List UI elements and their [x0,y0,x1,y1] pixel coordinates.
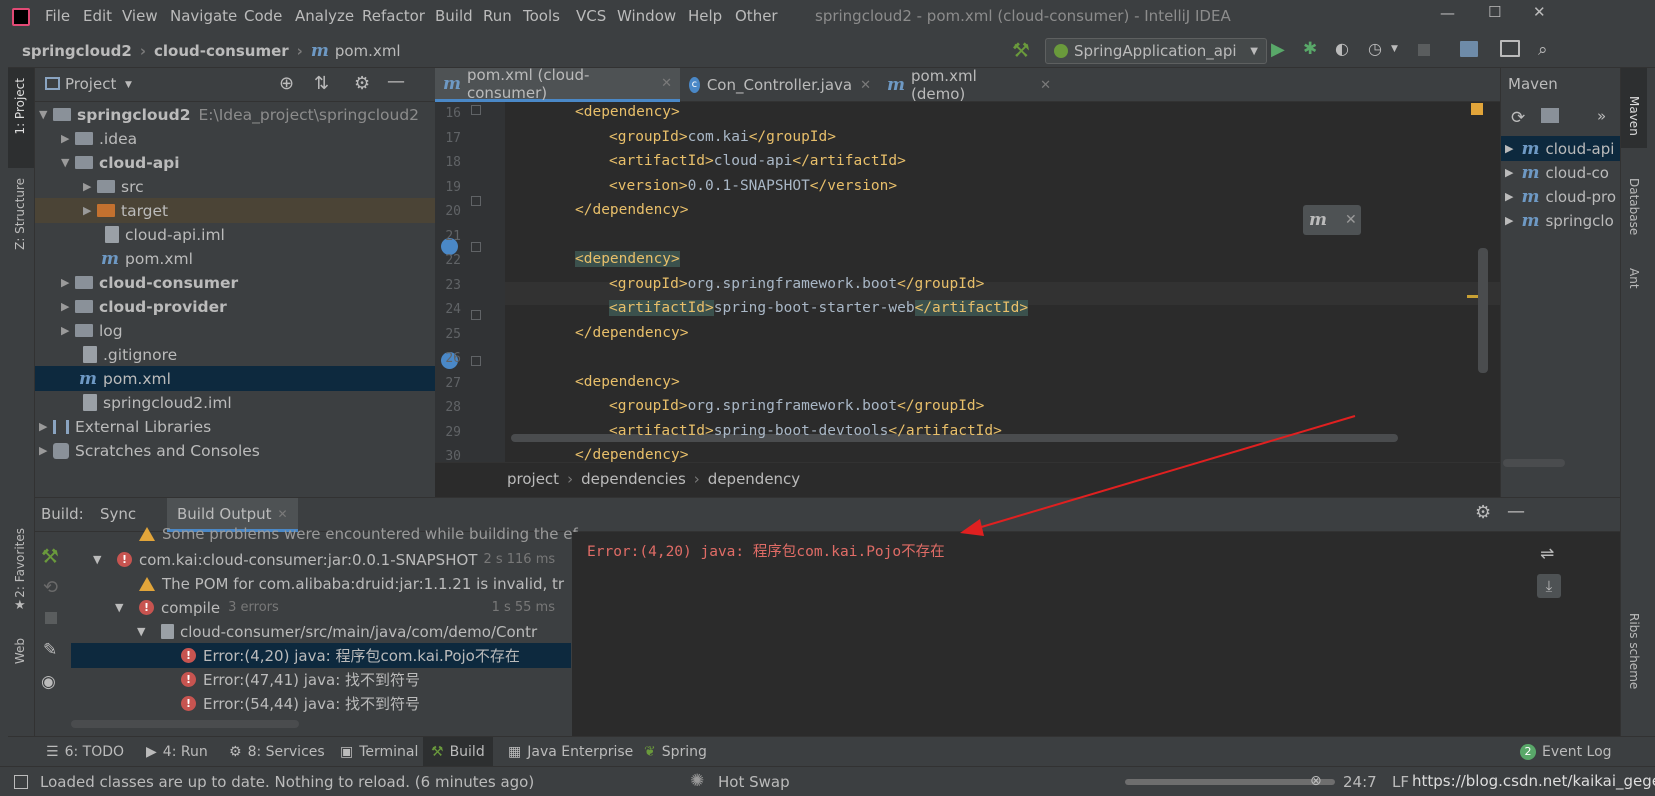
java-enterprise-icon: ▦ [508,744,522,760]
bottom-tab-label: Build [449,744,485,760]
event-log-badge: 2 [1520,744,1536,760]
cancel-progress-icon[interactable]: ⊗ [1310,773,1322,789]
spring-icon: ❦ [644,744,656,760]
bottom-tab-spring[interactable]: ❦ Spring [644,737,707,767]
run-icon: ▶ [146,744,157,760]
watermark-text: https://blog.csdn.net/kaikai_gege [1412,772,1655,790]
bottom-tab-terminal[interactable]: ▣ Terminal [340,737,418,767]
bottom-tab-event-log[interactable]: 2 Event Log [1520,737,1612,767]
spinner-icon: ✺ [690,771,705,791]
bottom-tab-label: Event Log [1542,744,1612,760]
toggle-tool-windows-icon[interactable] [14,775,28,789]
hot-swap-status[interactable]: Hot Swap [718,773,790,791]
bottom-tab-label: 4: Run [162,744,208,760]
annotation-arrow [960,415,1356,536]
bottom-tab-label: 8: Services [247,744,325,760]
build-hammer-icon: ⚒ [431,744,444,760]
bottom-tab-run[interactable]: ▶ 4: Run [146,737,208,767]
status-bar: Loaded classes are up to date. Nothing t… [0,766,1655,796]
status-message[interactable]: Loaded classes are up to date. Nothing t… [40,773,534,791]
bottom-tab-label: 6: TODO [64,744,125,760]
terminal-icon: ▣ [340,744,354,760]
bottom-tab-todo[interactable]: ☰ 6: TODO [46,737,124,767]
bottom-tool-tabs: ☰ 6: TODO ▶ 4: Run ⚙ 8: Services ▣ Terminal … [8,736,1655,767]
bottom-tab-label: Java Enterprise [527,744,634,760]
line-separator[interactable]: LF [1392,773,1409,791]
bottom-tab-build[interactable]: ⚒ Build [423,737,493,767]
bottom-tab-label: Spring [661,744,707,760]
bottom-tab-label: Terminal [359,744,419,760]
bottom-tab-java-enterprise[interactable]: ▦ Java Enterprise [508,737,633,767]
caret-position[interactable]: 24:7 [1343,773,1377,791]
progress-bar [1125,779,1335,785]
services-icon: ⚙ [229,744,242,760]
bottom-tab-services[interactable]: ⚙ 8: Services [229,737,325,767]
todo-icon: ☰ [46,744,59,760]
